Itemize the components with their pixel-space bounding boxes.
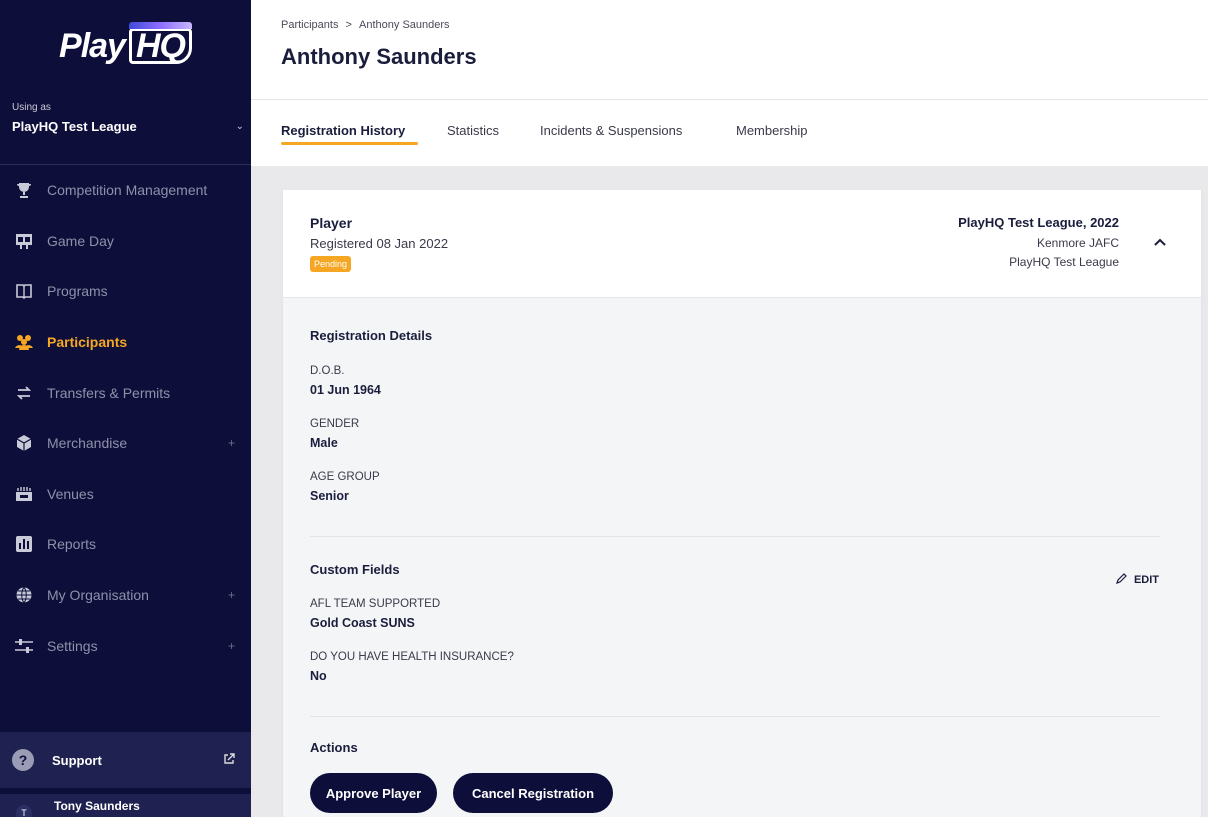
edit-button[interactable]: EDIT <box>1115 572 1159 588</box>
globe-icon <box>13 584 35 606</box>
breadcrumb-participants[interactable]: Participants <box>281 19 338 31</box>
reports-icon <box>13 533 35 555</box>
expand-plus-icon[interactable]: + <box>228 639 235 653</box>
breadcrumb-separator: > <box>345 19 352 31</box>
sliders-icon <box>13 635 35 657</box>
sidebar-item-label: Competition Management <box>47 182 208 199</box>
sidebar-item-transfers-permits[interactable]: Transfers & Permits <box>0 367 251 418</box>
tab-registration-history[interactable]: Registration History <box>281 123 405 138</box>
custom-fields-title: Custom Fields <box>310 562 400 577</box>
trophy-icon <box>13 179 35 201</box>
org-name: PlayHQ Test League <box>12 119 137 134</box>
sidebar-item-settings[interactable]: Settings + <box>0 620 251 671</box>
sidebar-item-label: Merchandise <box>47 435 128 452</box>
support-label: Support <box>52 752 102 768</box>
avatar: T <box>16 804 32 817</box>
playhq-logo[interactable]: Play HQ <box>0 0 251 92</box>
box-icon <box>13 432 35 454</box>
age-group-value: Senior <box>310 489 349 503</box>
sidebar-item-label: Game Day <box>47 232 114 249</box>
stadium-icon <box>13 483 35 505</box>
afl-team-label: AFL TEAM SUPPORTED <box>310 598 441 610</box>
health-insurance-label: DO YOU HAVE HEALTH INSURANCE? <box>310 651 514 663</box>
dob-value: 01 Jun 1964 <box>310 383 381 397</box>
registration-card: Player Registered 08 Jan 2022 Pending Pl… <box>283 190 1201 817</box>
sidebar-item-programs[interactable]: Programs <box>0 266 251 317</box>
sidebar-item-my-organisation[interactable]: My Organisation + <box>0 570 251 621</box>
org-switcher[interactable]: Using as PlayHQ Test League ⌄ <box>12 102 244 134</box>
page-title: Anthony Saunders <box>281 44 477 69</box>
tab-incidents-suspensions[interactable]: Incidents & Suspensions <box>540 123 682 138</box>
sidebar-item-label: Reports <box>47 536 97 553</box>
edit-label: EDIT <box>1133 574 1159 586</box>
approve-player-button[interactable]: Approve Player <box>310 773 437 813</box>
section-divider <box>310 536 1160 537</box>
logo-text: Play HQ <box>59 21 192 66</box>
sidebar-item-game-day[interactable]: Game Day <box>0 216 251 267</box>
sidebar-item-venues[interactable]: Venues <box>0 469 251 520</box>
club-name: Kenmore JAFC <box>1036 236 1119 250</box>
sidebar-item-participants[interactable]: Participants <box>0 317 251 368</box>
sidebar-item-label: Programs <box>47 283 108 300</box>
sidebar-item-reports[interactable]: Reports <box>0 519 251 570</box>
expand-plus-icon[interactable]: + <box>228 588 235 602</box>
external-link-icon <box>223 752 235 768</box>
active-tab-indicator <box>281 142 418 145</box>
registration-role: Player <box>310 215 353 231</box>
registration-org-info: PlayHQ Test League, 2022 Kenmore JAFC Pl… <box>958 215 1119 269</box>
status-badge: Pending <box>310 256 352 272</box>
scoreboard-icon <box>13 230 35 252</box>
dob-label: D.O.B. <box>310 365 345 377</box>
book-icon <box>13 280 35 302</box>
user-menu[interactable]: T Tony Saunders <box>0 794 251 817</box>
cancel-registration-button[interactable]: Cancel Registration <box>453 773 613 813</box>
people-icon <box>13 331 35 353</box>
section-divider <box>310 716 1160 717</box>
chevron-down-icon[interactable]: ⌄ <box>236 121 244 132</box>
page-header: Participants > Anthony Saunders Anthony … <box>251 0 1208 100</box>
sidebar-nav: Competition Management Game Day Programs… <box>0 165 251 671</box>
tab-membership[interactable]: Membership <box>736 123 808 138</box>
support-link[interactable]: ? Support <box>0 732 251 788</box>
registration-details-title: Registration Details <box>310 328 433 343</box>
health-insurance-value: No <box>310 669 327 683</box>
pencil-icon <box>1115 572 1128 588</box>
gender-label: GENDER <box>310 418 360 430</box>
sidebar-item-label: Settings <box>47 637 98 654</box>
registration-card-header[interactable]: Player Registered 08 Jan 2022 Pending Pl… <box>283 190 1201 298</box>
afl-team-value: Gold Coast SUNS <box>310 616 415 630</box>
tab-statistics[interactable]: Statistics <box>447 123 499 138</box>
sidebar: Play HQ Using as PlayHQ Test League ⌄ Com… <box>0 0 251 817</box>
breadcrumb: Participants > Anthony Saunders <box>281 19 450 31</box>
user-name: Tony Saunders <box>54 798 140 813</box>
competition-name: PlayHQ Test League, 2022 <box>958 215 1119 230</box>
tab-bar: Registration History Statistics Incident… <box>251 100 1208 166</box>
transfer-arrows-icon <box>13 382 35 404</box>
chevron-up-icon[interactable] <box>1153 234 1167 250</box>
main-content: Player Registered 08 Jan 2022 Pending Pl… <box>251 166 1208 817</box>
gender-value: Male <box>310 436 338 450</box>
help-icon: ? <box>12 749 34 771</box>
sidebar-item-label: Transfers & Permits <box>47 384 171 401</box>
sidebar-item-merchandise[interactable]: Merchandise + <box>0 418 251 469</box>
sidebar-item-competition-management[interactable]: Competition Management <box>0 165 251 216</box>
breadcrumb-current: Anthony Saunders <box>359 19 450 31</box>
sidebar-item-label: Venues <box>47 485 94 502</box>
sidebar-item-label: Participants <box>47 334 128 351</box>
sidebar-item-label: My Organisation <box>47 587 149 604</box>
registration-date: Registered 08 Jan 2022 <box>310 236 449 251</box>
using-as-label: Using as <box>12 102 51 113</box>
age-group-label: AGE GROUP <box>310 471 380 483</box>
league-name: PlayHQ Test League <box>1009 255 1119 269</box>
actions-title: Actions <box>310 740 358 755</box>
expand-plus-icon[interactable]: + <box>228 436 235 450</box>
